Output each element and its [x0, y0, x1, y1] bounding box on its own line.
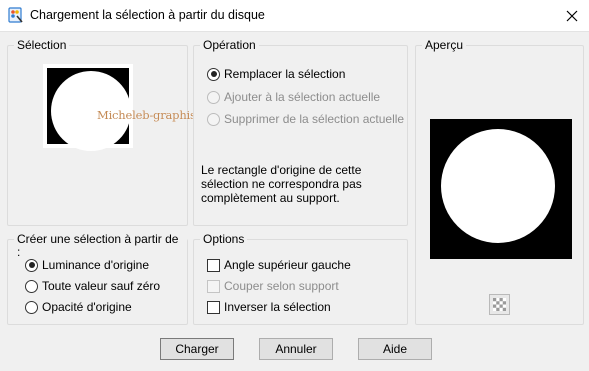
radio-button — [207, 90, 220, 104]
title-bar: Chargement la sélection à partir du disq… — [0, 0, 589, 32]
create-from-group-title: Créer une sélection à partir de : — [14, 233, 187, 259]
radio-button[interactable] — [25, 300, 38, 314]
preview-image — [430, 119, 572, 259]
load-button[interactable]: Charger — [160, 338, 234, 360]
selection-group-title: Sélection — [14, 39, 70, 52]
radio-button[interactable] — [25, 279, 38, 293]
radio-label: Toute valeur sauf zéro — [42, 279, 161, 293]
radio-button[interactable] — [25, 258, 38, 272]
radio-source-opacity[interactable]: Opacité d'origine — [25, 300, 132, 314]
checkbox-top-left-corner[interactable]: Angle supérieur gauche — [207, 258, 351, 272]
preview-group-title: Aperçu — [422, 39, 467, 52]
checkbox-crop-to-canvas: Couper selon support — [207, 279, 339, 293]
checkbox-label: Couper selon support — [224, 279, 339, 293]
radio-label: Supprimer de la sélection actuelle — [224, 112, 405, 126]
window-title: Chargement la sélection à partir du disq… — [30, 8, 265, 22]
checkbox-label: Inverser la sélection — [224, 300, 331, 314]
operation-group-title: Opération — [200, 39, 259, 52]
cancel-button[interactable]: Annuler — [259, 338, 333, 360]
radio-button[interactable] — [207, 67, 220, 81]
radio-any-nonzero[interactable]: Toute valeur sauf zéro — [25, 279, 160, 293]
checkbox — [207, 279, 220, 293]
radio-label: Opacité d'origine — [42, 300, 132, 314]
transparency-toggle-button[interactable] — [489, 294, 510, 315]
selection-thumbnail — [43, 64, 133, 151]
radio-subtract-selection: Supprimer de la sélection actuelle — [207, 112, 404, 126]
close-icon — [566, 10, 578, 22]
radio-add-selection: Ajouter à la sélection actuelle — [207, 90, 380, 104]
radio-label: Luminance d'origine — [42, 258, 150, 272]
radio-button — [207, 112, 220, 126]
help-button[interactable]: Aide — [358, 338, 432, 360]
close-button[interactable] — [555, 0, 589, 32]
checkbox[interactable] — [207, 300, 220, 314]
operation-note: Le rectangle d'origine de cette sélectio… — [201, 163, 362, 205]
checkbox[interactable] — [207, 258, 220, 272]
checkbox-invert-selection[interactable]: Inverser la sélection — [207, 300, 331, 314]
options-group-title: Options — [200, 233, 248, 246]
radio-label: Remplacer la sélection — [224, 67, 346, 81]
radio-replace-selection[interactable]: Remplacer la sélection — [207, 67, 345, 81]
preview-shape — [441, 129, 555, 243]
paintshop-icon — [8, 7, 23, 23]
checkbox-label: Angle supérieur gauche — [224, 258, 351, 272]
radio-source-luminance[interactable]: Luminance d'origine — [25, 258, 149, 272]
checkerboard-icon — [493, 298, 506, 311]
radio-label: Ajouter à la sélection actuelle — [224, 90, 381, 104]
